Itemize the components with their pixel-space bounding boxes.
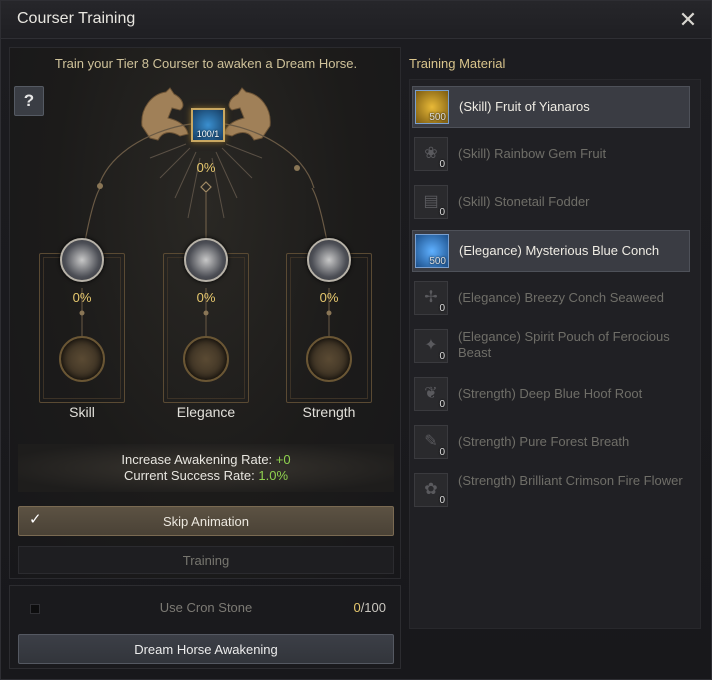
material-name: (Elegance) Spirit Pouch of Ferocious Bea… bbox=[458, 329, 670, 360]
elegance-material-slot[interactable] bbox=[183, 336, 229, 382]
forest-breath-icon: ✎ 0 bbox=[414, 425, 448, 459]
skip-animation-toggle[interactable]: ✓ Skip Animation bbox=[18, 506, 394, 536]
fodder-icon: ▤ 0 bbox=[414, 185, 448, 219]
skill-percent: 0% bbox=[72, 290, 92, 305]
hoof-root-icon: ❦ 0 bbox=[414, 377, 448, 411]
strength-material-slot[interactable] bbox=[306, 336, 352, 382]
courser-training-window: Courser Training ✕ Train your Tier 8 Cou… bbox=[0, 0, 712, 680]
increase-rate-value: +0 bbox=[275, 452, 291, 467]
strength-label: Strength bbox=[302, 404, 356, 420]
center-count: 100/1 bbox=[196, 129, 220, 139]
skill-material-slot[interactable] bbox=[59, 336, 105, 382]
awakening-section: Use Cron Stone 0/100 Dream Horse Awakeni… bbox=[9, 585, 401, 669]
material-name: (Skill) Rainbow Gem Fruit bbox=[458, 146, 607, 161]
training-material-list: 500 (Skill) Fruit of Yianaros ❀ 0 (Skill)… bbox=[409, 79, 701, 629]
fire-flower-icon: ✿ 0 bbox=[414, 473, 448, 507]
material-name: (Elegance) Mysterious Blue Conch bbox=[459, 243, 660, 258]
material-item[interactable]: 500 (Elegance) Mysterious Blue Conch bbox=[412, 230, 690, 272]
material-item[interactable]: ❀ 0 (Skill) Rainbow Gem Fruit bbox=[412, 134, 690, 176]
success-rate-line: Current Success Rate: 1.0% bbox=[123, 468, 289, 483]
material-item[interactable]: ✎ 0 (Strength) Pure Forest Breath bbox=[412, 422, 690, 464]
conch-icon: 500 bbox=[415, 234, 449, 268]
elegance-label: Elegance bbox=[176, 404, 236, 420]
fruit-icon: 500 bbox=[415, 90, 449, 124]
dream-horse-awakening-button[interactable]: Dream Horse Awakening bbox=[18, 634, 394, 664]
training-panel: Train your Tier 8 Courser to awaken a Dr… bbox=[9, 47, 401, 579]
courser-center-icon[interactable]: 100/1 bbox=[191, 108, 225, 142]
increase-rate-line: Increase Awakening Rate: +0 bbox=[121, 452, 291, 467]
material-item[interactable]: ❦ 0 (Strength) Deep Blue Hoof Root bbox=[412, 374, 690, 416]
cron-stone-count: 0/100 bbox=[353, 600, 386, 615]
rate-info: Increase Awakening Rate: +0 Current Succ… bbox=[18, 444, 394, 492]
awakening-label: Dream Horse Awakening bbox=[134, 642, 278, 657]
material-item[interactable]: ✦ 0 (Elegance) Spirit Pouch of Ferocious … bbox=[412, 326, 690, 368]
skip-animation-label: Skip Animation bbox=[163, 514, 249, 529]
success-rate-value: 1.0% bbox=[258, 468, 289, 483]
material-name: (Skill) Stonetail Fodder bbox=[458, 194, 590, 209]
close-icon[interactable]: ✕ bbox=[677, 9, 699, 31]
training-material-title: Training Material bbox=[409, 56, 506, 71]
training-label: Training bbox=[182, 553, 230, 568]
gem-fruit-icon: ❀ 0 bbox=[414, 137, 448, 171]
material-item[interactable]: ▤ 0 (Skill) Stonetail Fodder bbox=[412, 182, 690, 224]
horse-strength-icon[interactable] bbox=[307, 238, 351, 282]
seaweed-icon: ✢ 0 bbox=[414, 281, 448, 315]
elegance-percent: 0% bbox=[196, 290, 216, 305]
cron-stone-label: Use Cron Stone bbox=[159, 600, 253, 615]
training-button[interactable]: Training bbox=[18, 546, 394, 574]
horse-elegance-icon[interactable] bbox=[184, 238, 228, 282]
material-name: (Strength) Pure Forest Breath bbox=[458, 434, 630, 449]
material-item[interactable]: ✿ 0 (Strength) Brilliant Crimson Fire Flo… bbox=[412, 470, 690, 512]
material-name: (Skill) Fruit of Yianaros bbox=[459, 99, 590, 114]
strength-percent: 0% bbox=[319, 290, 339, 305]
material-item[interactable]: 500 (Skill) Fruit of Yianaros bbox=[412, 86, 690, 128]
material-name: (Strength) Brilliant Crimson Fire Flower bbox=[458, 473, 683, 488]
horse-skill-icon[interactable] bbox=[60, 238, 104, 282]
pouch-icon: ✦ 0 bbox=[414, 329, 448, 363]
window-title: Courser Training bbox=[17, 10, 136, 27]
skill-label: Skill bbox=[69, 404, 95, 420]
title-bar: Courser Training ✕ bbox=[1, 1, 711, 39]
material-name: (Strength) Deep Blue Hoof Root bbox=[458, 386, 643, 401]
center-percent: 0% bbox=[196, 160, 216, 175]
material-name: (Elegance) Breezy Conch Seaweed bbox=[458, 290, 664, 305]
material-item[interactable]: ✢ 0 (Elegance) Breezy Conch Seaweed bbox=[412, 278, 690, 320]
